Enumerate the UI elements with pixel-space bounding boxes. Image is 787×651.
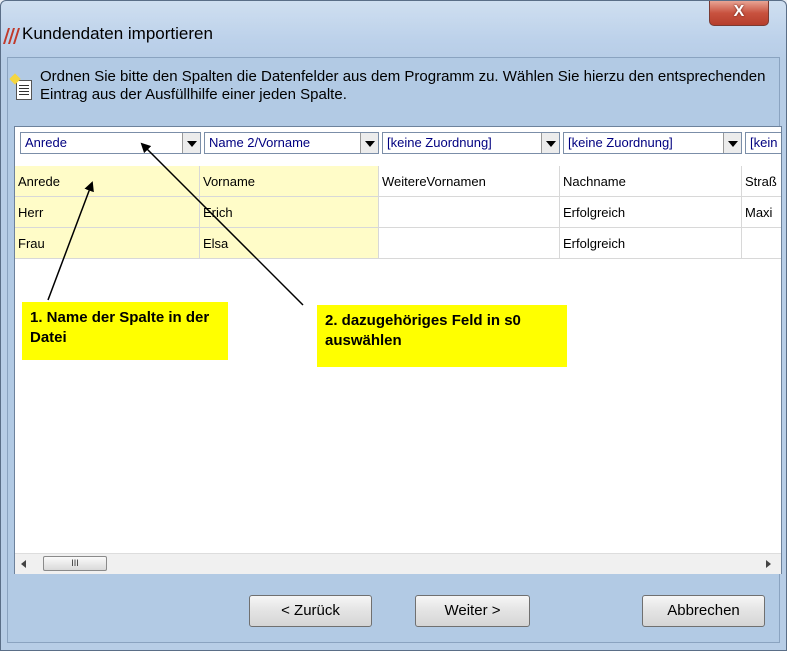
arrow-to-column-cell (47, 181, 94, 301)
back-button[interactable]: < Zurück (249, 595, 372, 627)
cancel-button[interactable]: Abbrechen (642, 595, 765, 627)
arrow-to-mapping-dropdown (140, 142, 304, 306)
annotation-arrows (47, 142, 304, 306)
next-button[interactable]: Weiter > (415, 595, 530, 627)
